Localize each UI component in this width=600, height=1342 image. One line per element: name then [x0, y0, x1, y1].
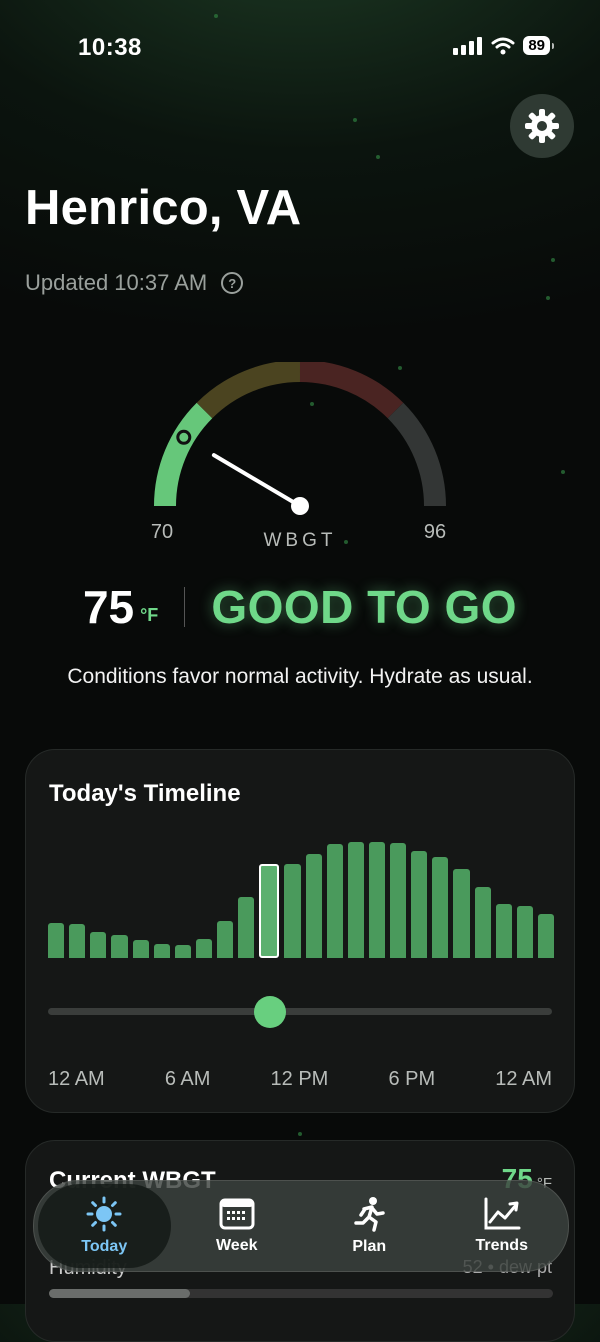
tab-bar: Today Week Plan Trends [33, 1180, 569, 1272]
runner-icon [354, 1197, 385, 1232]
humidity-bar-fill [49, 1289, 191, 1298]
sun-icon [86, 1196, 122, 1232]
updated-row: Updated 10:37 AM ? [25, 270, 244, 296]
timeline-tick-label: 6 PM [388, 1068, 436, 1090]
gauge-min-label: 70 [151, 521, 173, 543]
timeline-title: Today's Timeline [49, 780, 241, 807]
tab-today-label: Today [81, 1238, 128, 1255]
wbgt-gauge: 70 96 WBGT [151, 362, 446, 551]
timeline-bar[interactable] [48, 923, 65, 958]
timeline-bar[interactable] [453, 869, 470, 958]
divider [184, 587, 186, 627]
timeline-tick-label: 6 AM [164, 1068, 211, 1090]
timeline-bar[interactable] [69, 924, 86, 958]
temperature-unit: °F [140, 604, 159, 625]
timeline-tick-label: 12 PM [270, 1068, 329, 1090]
timeline-bar[interactable] [111, 935, 128, 958]
tab-plan[interactable]: Plan [303, 1184, 436, 1268]
reading-row: 75 °F GOOD TO GO [0, 580, 600, 634]
timeline-bar[interactable] [195, 939, 212, 958]
gauge-max-label: 96 [424, 521, 446, 543]
timeline-card: Today's Timeline 12 AM 6 AM 12 PM 6 PM 12 AM [25, 749, 575, 1113]
tab-plan-label: Plan [352, 1238, 387, 1255]
timeline-bar[interactable] [537, 914, 554, 958]
timeline-bar[interactable] [432, 857, 449, 958]
timeline-tick-label: 12 AM [495, 1068, 552, 1090]
help-icon[interactable]: ? [221, 272, 244, 294]
city-title: Henrico, VA [25, 181, 302, 235]
gauge-pivot [291, 497, 309, 515]
tab-trends[interactable]: Trends [436, 1184, 569, 1268]
timeline-bar[interactable] [347, 842, 364, 958]
updated-time: Updated 10:37 AM [25, 270, 208, 295]
status-headline: GOOD TO GO [211, 581, 518, 633]
temperature-value: 75 [82, 581, 135, 633]
humidity-bar-track [49, 1289, 553, 1298]
tab-trends-label: Trends [475, 1237, 528, 1254]
tab-week[interactable]: Week [171, 1184, 304, 1268]
wifi-icon [491, 37, 515, 54]
gear-icon [525, 109, 559, 143]
timeline-bar[interactable] [90, 932, 107, 958]
timeline-tick-label: 12 AM [48, 1068, 105, 1090]
timeline-bar[interactable] [153, 944, 170, 958]
timeline-bar[interactable] [411, 851, 428, 958]
timeline-bar[interactable] [368, 842, 385, 958]
trend-chart-icon [484, 1197, 521, 1230]
timeline-bar[interactable] [284, 864, 301, 958]
timeline-bar[interactable] [516, 906, 533, 958]
tab-week-label: Week [215, 1237, 258, 1254]
calendar-icon [219, 1198, 255, 1230]
timeline-slider-thumb[interactable] [253, 996, 286, 1028]
settings-button[interactable] [510, 94, 574, 158]
timeline-bar[interactable] [390, 843, 407, 958]
timeline-axis: 12 AM 6 AM 12 PM 6 PM 12 AM [48, 1068, 552, 1091]
status-description: Conditions favor normal activity. Hydrat… [67, 665, 533, 688]
gauge-label: WBGT [264, 530, 337, 551]
battery-indicator: 89 [523, 36, 554, 55]
timeline-bar[interactable] [474, 887, 491, 958]
tab-today[interactable]: Today [38, 1184, 171, 1268]
timeline-bar[interactable] [326, 844, 343, 958]
status-time: 10:38 [78, 34, 142, 61]
timeline-bars[interactable] [48, 838, 554, 958]
timeline-bar-selected[interactable] [259, 864, 280, 958]
timeline-bar[interactable] [238, 897, 255, 958]
status-indicators: 89 [453, 36, 554, 55]
timeline-bar[interactable] [132, 940, 149, 958]
timeline-bar[interactable] [305, 854, 322, 958]
timeline-bar[interactable] [174, 945, 191, 958]
gauge-needle [211, 453, 302, 508]
cellular-signal-icon [453, 36, 483, 55]
timeline-bar[interactable] [495, 904, 512, 958]
timeline-bar[interactable] [217, 921, 234, 958]
timeline-slider-track[interactable] [48, 1008, 552, 1015]
